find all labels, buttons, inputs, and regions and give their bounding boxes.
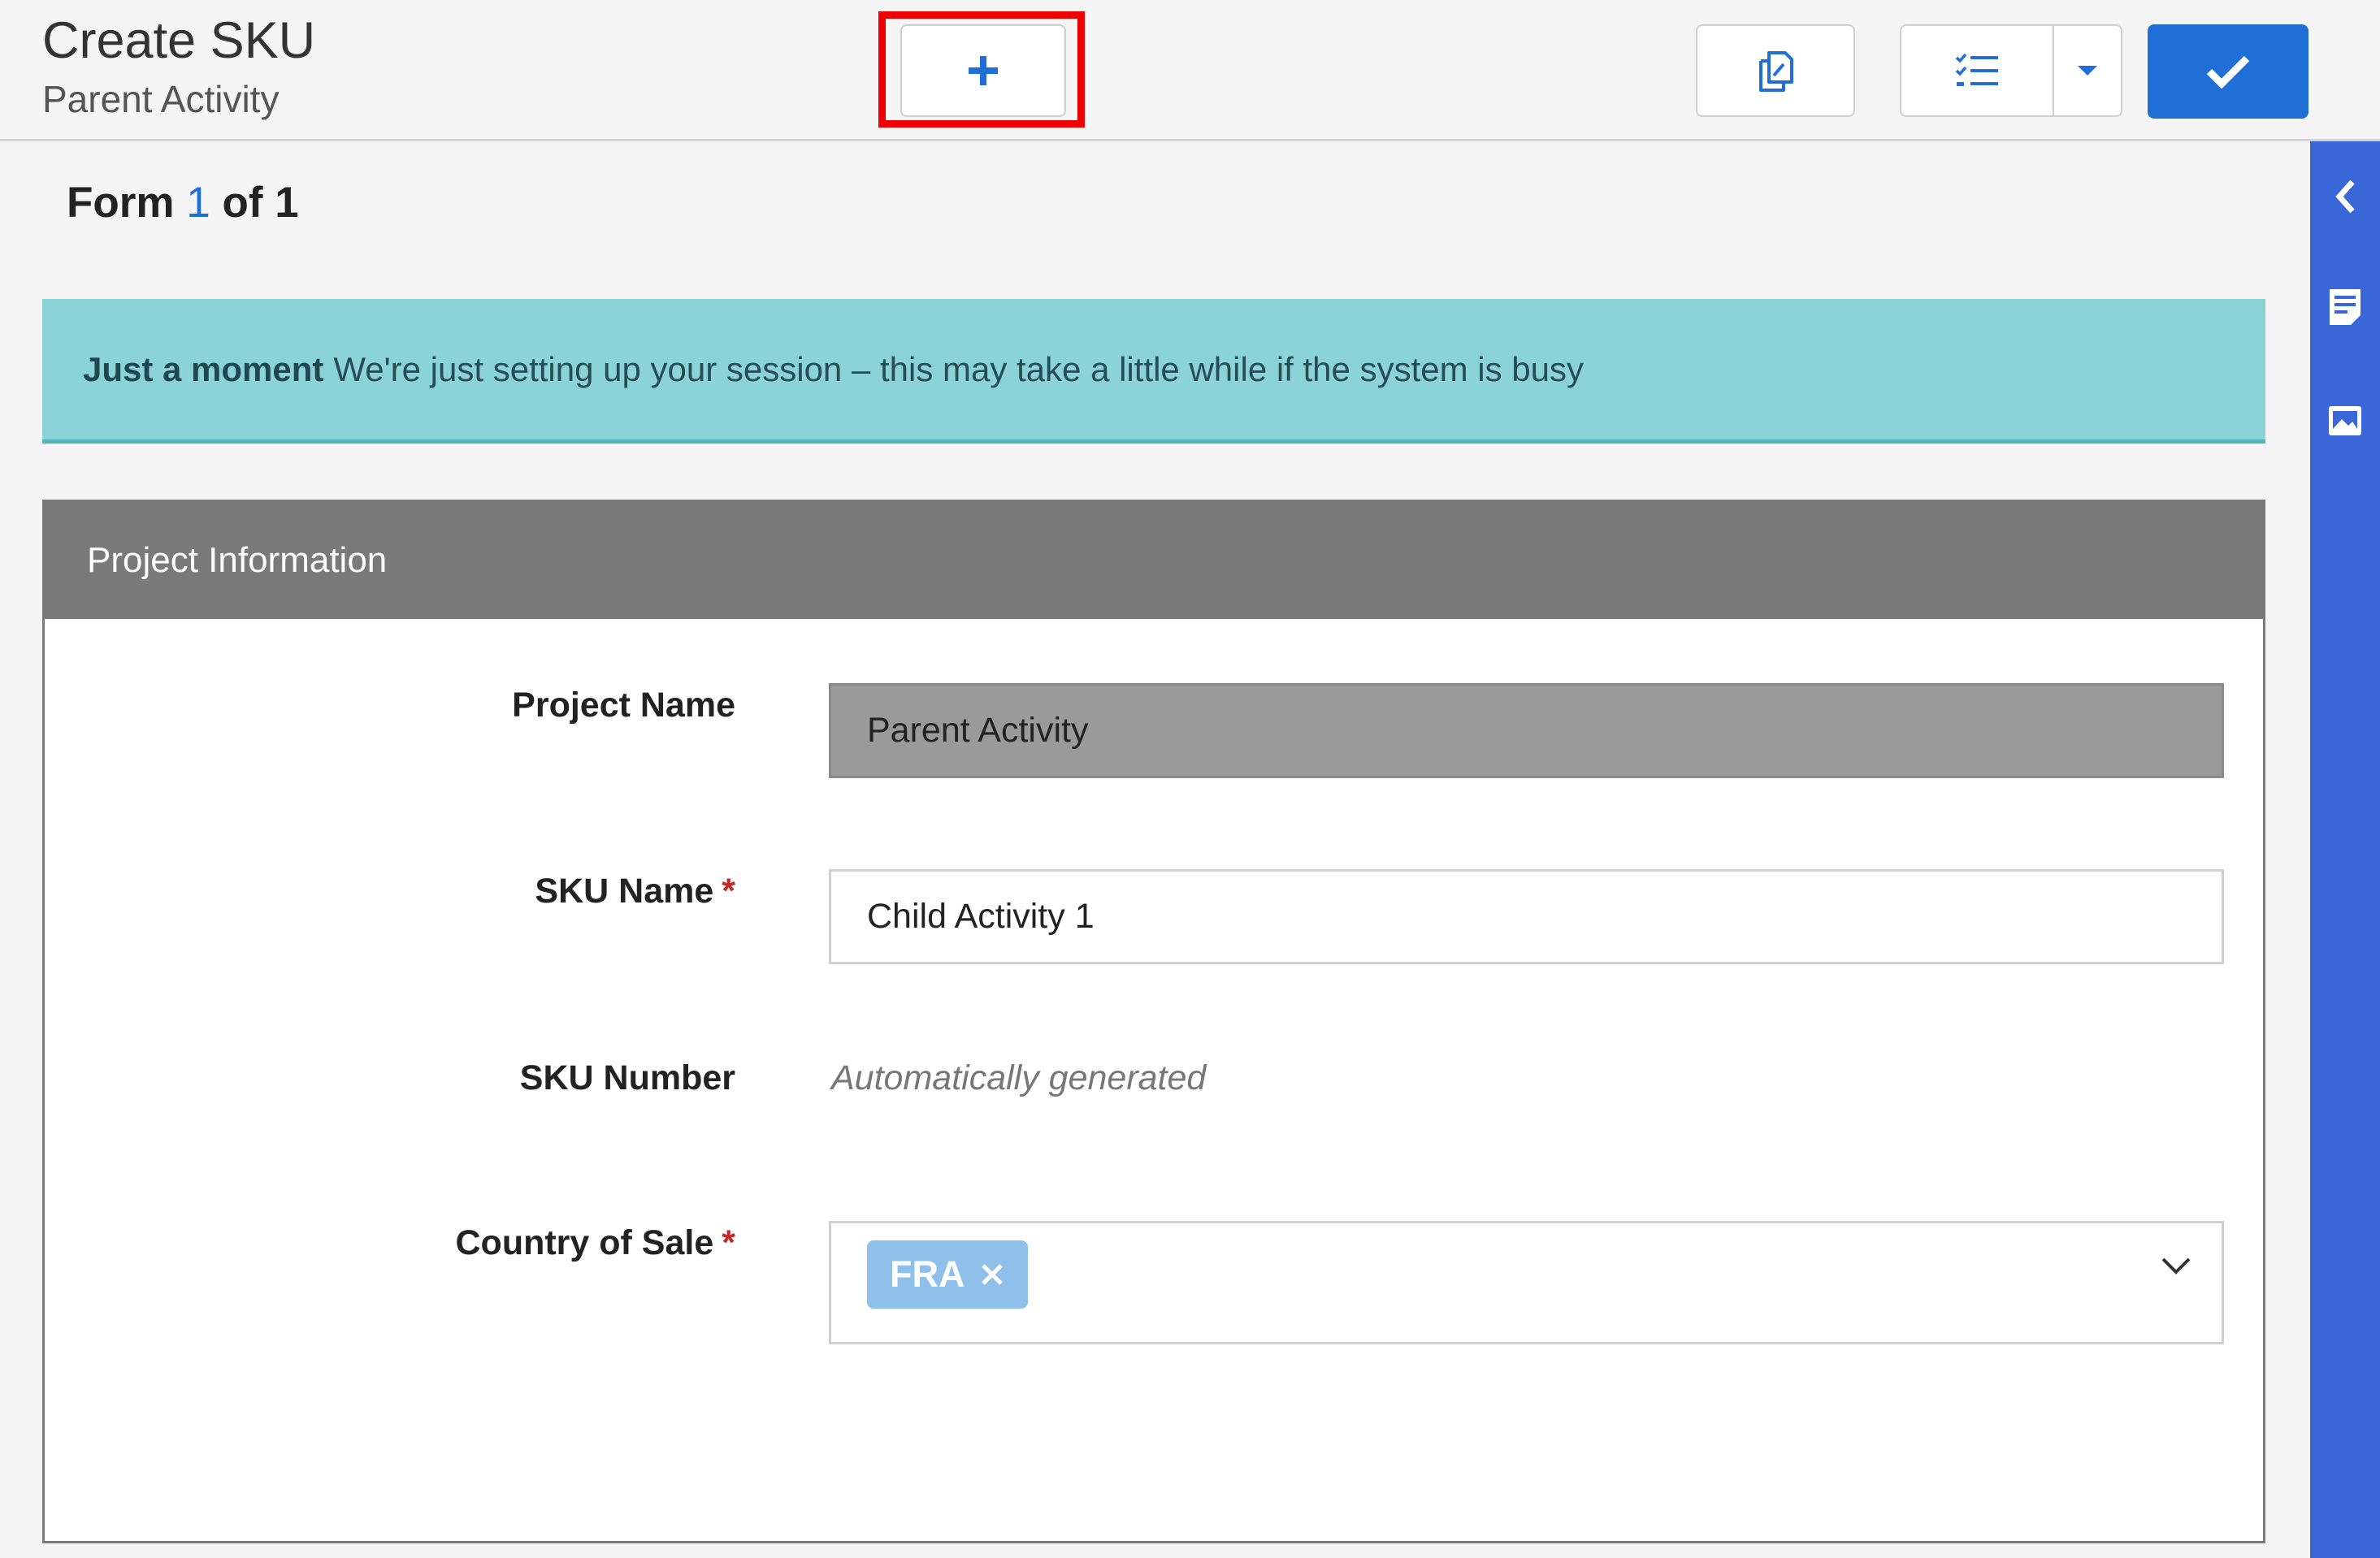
project-name-value: Parent Activity: [867, 711, 1089, 750]
check-icon: [2206, 55, 2250, 89]
panel-header: Project Information: [45, 502, 2263, 619]
close-icon[interactable]: [979, 1262, 1005, 1288]
side-rail: [2310, 141, 2380, 1558]
save-button[interactable]: [2148, 24, 2308, 119]
required-marker: *: [722, 872, 735, 911]
sku-number-value: Automatically generated: [831, 1058, 1207, 1097]
sku-name-label: SKU Name *: [535, 872, 735, 911]
panel-title: Project Information: [87, 540, 388, 580]
copy-button[interactable]: [1696, 24, 1855, 117]
image-icon[interactable]: [2326, 401, 2365, 440]
chevron-down-icon[interactable]: [2160, 1254, 2192, 1279]
country-chip-label: FRA: [890, 1253, 965, 1295]
form-counter-current: 1: [186, 179, 210, 227]
sku-number-label: SKU Number: [519, 1058, 735, 1097]
sku-name-value: Child Activity 1: [867, 897, 1095, 936]
alert-title: Just a moment: [83, 349, 324, 388]
form-counter-total: 1: [275, 179, 299, 227]
session-alert: Just a moment We're just setting up your…: [42, 299, 2265, 444]
project-name-label: Project Name: [512, 686, 735, 725]
plus-icon: [969, 56, 998, 85]
checklist-button[interactable]: [1900, 24, 2054, 117]
project-name-field: Parent Activity: [829, 683, 2224, 778]
form-counter-middle: of: [210, 179, 275, 227]
add-button[interactable]: [900, 24, 1066, 117]
country-of-sale-select[interactable]: FRA: [829, 1221, 2224, 1344]
document-icon[interactable]: [2326, 288, 2365, 327]
checklist-dropdown-button[interactable]: [2053, 24, 2122, 117]
page-header: Create SKU Parent Activity: [0, 0, 2380, 141]
copy-icon: [1759, 51, 1793, 92]
sku-name-input[interactable]: Child Activity 1: [829, 869, 2224, 964]
form-counter-prefix: Form: [67, 179, 187, 227]
project-information-panel: Project Information Project Name Parent …: [42, 500, 2265, 1543]
checklist-icon: [1955, 53, 1998, 86]
chevron-left-icon[interactable]: [2326, 177, 2365, 216]
required-marker: *: [722, 1223, 735, 1262]
country-chip: FRA: [867, 1240, 1029, 1309]
caret-down-icon: [2078, 66, 2097, 76]
country-of-sale-label: Country of Sale *: [455, 1223, 736, 1262]
page-subtitle: Parent Activity: [42, 78, 280, 120]
alert-message: We're just setting up your session – thi…: [333, 349, 1584, 388]
page-title: Create SKU: [42, 12, 316, 69]
form-counter: Form 1 of 1: [67, 175, 299, 232]
